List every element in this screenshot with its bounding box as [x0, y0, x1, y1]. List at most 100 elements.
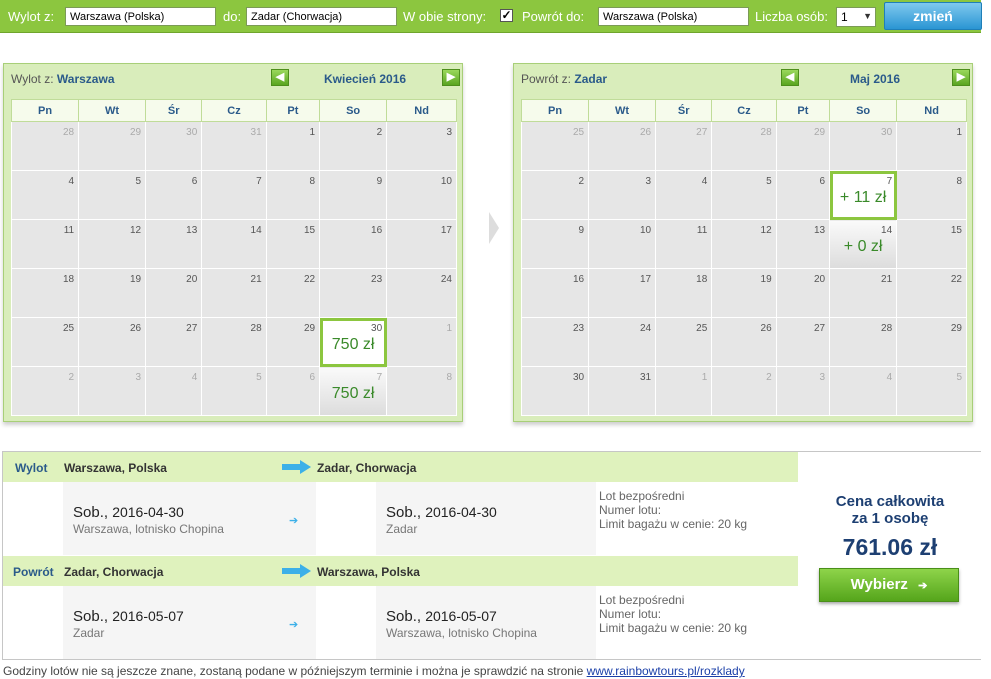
- total-price-panel: Cena całkowita za 1 osobę 761.06 zł Wybi…: [799, 452, 981, 659]
- calendar-day: 4: [829, 366, 898, 416]
- day-number: 13: [813, 225, 826, 236]
- weekday-header: So: [319, 99, 388, 122]
- calendar-day: 9: [319, 170, 388, 220]
- prev-month-button[interactable]: ◀: [271, 69, 289, 86]
- day-number: 2: [376, 127, 383, 138]
- calendar-week-row: 25 26 27 28 29 30 1: [520, 121, 967, 171]
- to-input[interactable]: [246, 7, 397, 26]
- departure-box: Sob., 2016-04-30 Warszawa, lotnisko Chop…: [63, 482, 316, 555]
- day-number: 8: [309, 176, 316, 187]
- from-input[interactable]: [65, 7, 216, 26]
- calendar-day: 22: [265, 268, 321, 318]
- prev-month-button[interactable]: ◀: [781, 69, 799, 86]
- baggage-limit: Limit bagażu w cenie: 20 kg: [599, 621, 748, 635]
- departure-date-value: 2016-05-07: [112, 608, 184, 624]
- calendar-day: 10: [588, 219, 657, 269]
- return-leg-header: Powrót Zadar, Chorwacja Warszawa, Polska: [3, 556, 798, 586]
- leg-from: Zadar, Chorwacja: [64, 565, 164, 579]
- calendar-day: 29: [896, 317, 967, 367]
- calendar-day: 27: [775, 317, 831, 367]
- flight-info: Lot bezpośredni Numer lotu: Limit bagażu…: [599, 593, 747, 635]
- calendar-day: 3: [386, 121, 457, 171]
- day-number: 8: [956, 176, 962, 187]
- day-number: 4: [701, 176, 708, 187]
- day-number: 1: [701, 372, 708, 383]
- day-number: 15: [303, 225, 316, 236]
- change-button[interactable]: zmień: [884, 2, 982, 30]
- calendar-day-selected[interactable]: 30 750 zł: [319, 317, 388, 367]
- calendar-title-city: Warszawa: [56, 72, 115, 86]
- day-number: 29: [303, 323, 316, 334]
- choose-button[interactable]: Wybierz ➔: [819, 568, 959, 602]
- calendar-day: 15: [265, 219, 321, 269]
- day-number: 13: [186, 225, 198, 236]
- day-number: 12: [760, 225, 772, 236]
- calendar-week-row: 23 24 25 26 27 28 29: [520, 317, 967, 367]
- persons-label: Liczba osób:: [755, 9, 828, 24]
- arrival-box: Sob., 2016-05-07 Warszawa, lotnisko Chop…: [376, 586, 596, 659]
- calendar-day: 2: [319, 121, 388, 171]
- total-amount: 761.06 zł: [842, 534, 938, 560]
- weekday-header: Śr: [655, 99, 713, 122]
- day-number: 19: [760, 274, 772, 285]
- calendar-day: 13: [775, 219, 831, 269]
- day-number: 22: [950, 274, 962, 285]
- arrow-right-icon: [282, 460, 312, 474]
- day-number: 21: [881, 274, 893, 285]
- calendar-day: 8: [386, 366, 457, 416]
- weekday-header: Pn: [520, 99, 590, 122]
- persons-select[interactable]: 1 ▼: [836, 7, 876, 27]
- calendar-day-available[interactable]: 14 + 0 zł: [829, 219, 898, 269]
- day-number: 14: [250, 225, 262, 236]
- day-number: 31: [250, 127, 262, 138]
- calendar-day: 4: [10, 170, 80, 220]
- calendar-title-prefix: Wylot z:: [11, 72, 54, 86]
- calendar-week-row: 2 3 4 5 6 7 750 zł 8: [10, 366, 457, 416]
- day-number: 29: [950, 323, 962, 334]
- day-number: 30: [371, 323, 383, 334]
- calendar-day: 15: [896, 219, 967, 269]
- calendar-day: 27: [145, 317, 203, 367]
- search-bar: Wylot z: do: W obie strony: ✓ Powrót do:…: [0, 0, 982, 33]
- calendar-day: 30: [829, 121, 898, 171]
- calendar-day: 6: [775, 170, 831, 220]
- day-number: 11: [696, 225, 708, 236]
- calendar-day: 25: [10, 317, 80, 367]
- schedule-link[interactable]: www.rainbowtours.pl/rozklady: [587, 664, 745, 678]
- calendar-day: 20: [145, 268, 203, 318]
- day-number: 5: [135, 176, 142, 187]
- next-month-button[interactable]: ▶: [442, 69, 460, 86]
- return-calendar: Powrót z: Zadar ◀ Maj 2016 ▶ Pn Wt Śr Cz Pt S…: [513, 63, 973, 422]
- calendar-week-row: 30 31 1 2 3 4 5: [520, 366, 967, 416]
- arrival-day: Sob.,: [386, 608, 422, 625]
- return-input[interactable]: [598, 7, 749, 26]
- calendar-title-prefix: Powrót z:: [521, 72, 572, 86]
- day-number: 1: [309, 127, 316, 138]
- flight-summary: Wylot Warszawa, Polska Zadar, Chorwacja …: [2, 451, 981, 660]
- day-price: 750 zł: [331, 385, 375, 402]
- day-number: 11: [63, 225, 75, 236]
- calendar-day: 1: [896, 121, 967, 171]
- flight-type: Lot bezpośredni: [599, 489, 685, 503]
- calendar-week-row: 18 19 20 21 22 23 24: [10, 268, 457, 318]
- calendar-day-available[interactable]: 7 750 zł: [319, 366, 388, 416]
- day-number: 10: [639, 225, 652, 236]
- calendar-title: Wylot z: Warszawa: [11, 72, 115, 86]
- weekday-header: Pn: [10, 99, 80, 122]
- calendar-day: 23: [520, 317, 590, 367]
- calendar-day: 31: [588, 366, 657, 416]
- calendar-day: 26: [78, 317, 147, 367]
- calendar-day-selected[interactable]: 7 + 11 zł: [829, 170, 898, 220]
- calendar-day: 28: [711, 121, 777, 171]
- roundtrip-checkbox[interactable]: ✓: [500, 9, 513, 22]
- departure-day: Sob.,: [73, 504, 109, 521]
- roundtrip-label: W obie strony:: [403, 9, 487, 24]
- weekday-header: Cz: [711, 99, 777, 122]
- return-label: Powrót do:: [522, 9, 585, 24]
- day-number: 28: [62, 127, 75, 138]
- next-month-button[interactable]: ▶: [952, 69, 970, 86]
- total-caption-persons: za 1 osobę: [851, 510, 929, 527]
- day-number: 3: [446, 127, 452, 138]
- calendar-day: 21: [201, 268, 267, 318]
- calendar-day: 26: [588, 121, 657, 171]
